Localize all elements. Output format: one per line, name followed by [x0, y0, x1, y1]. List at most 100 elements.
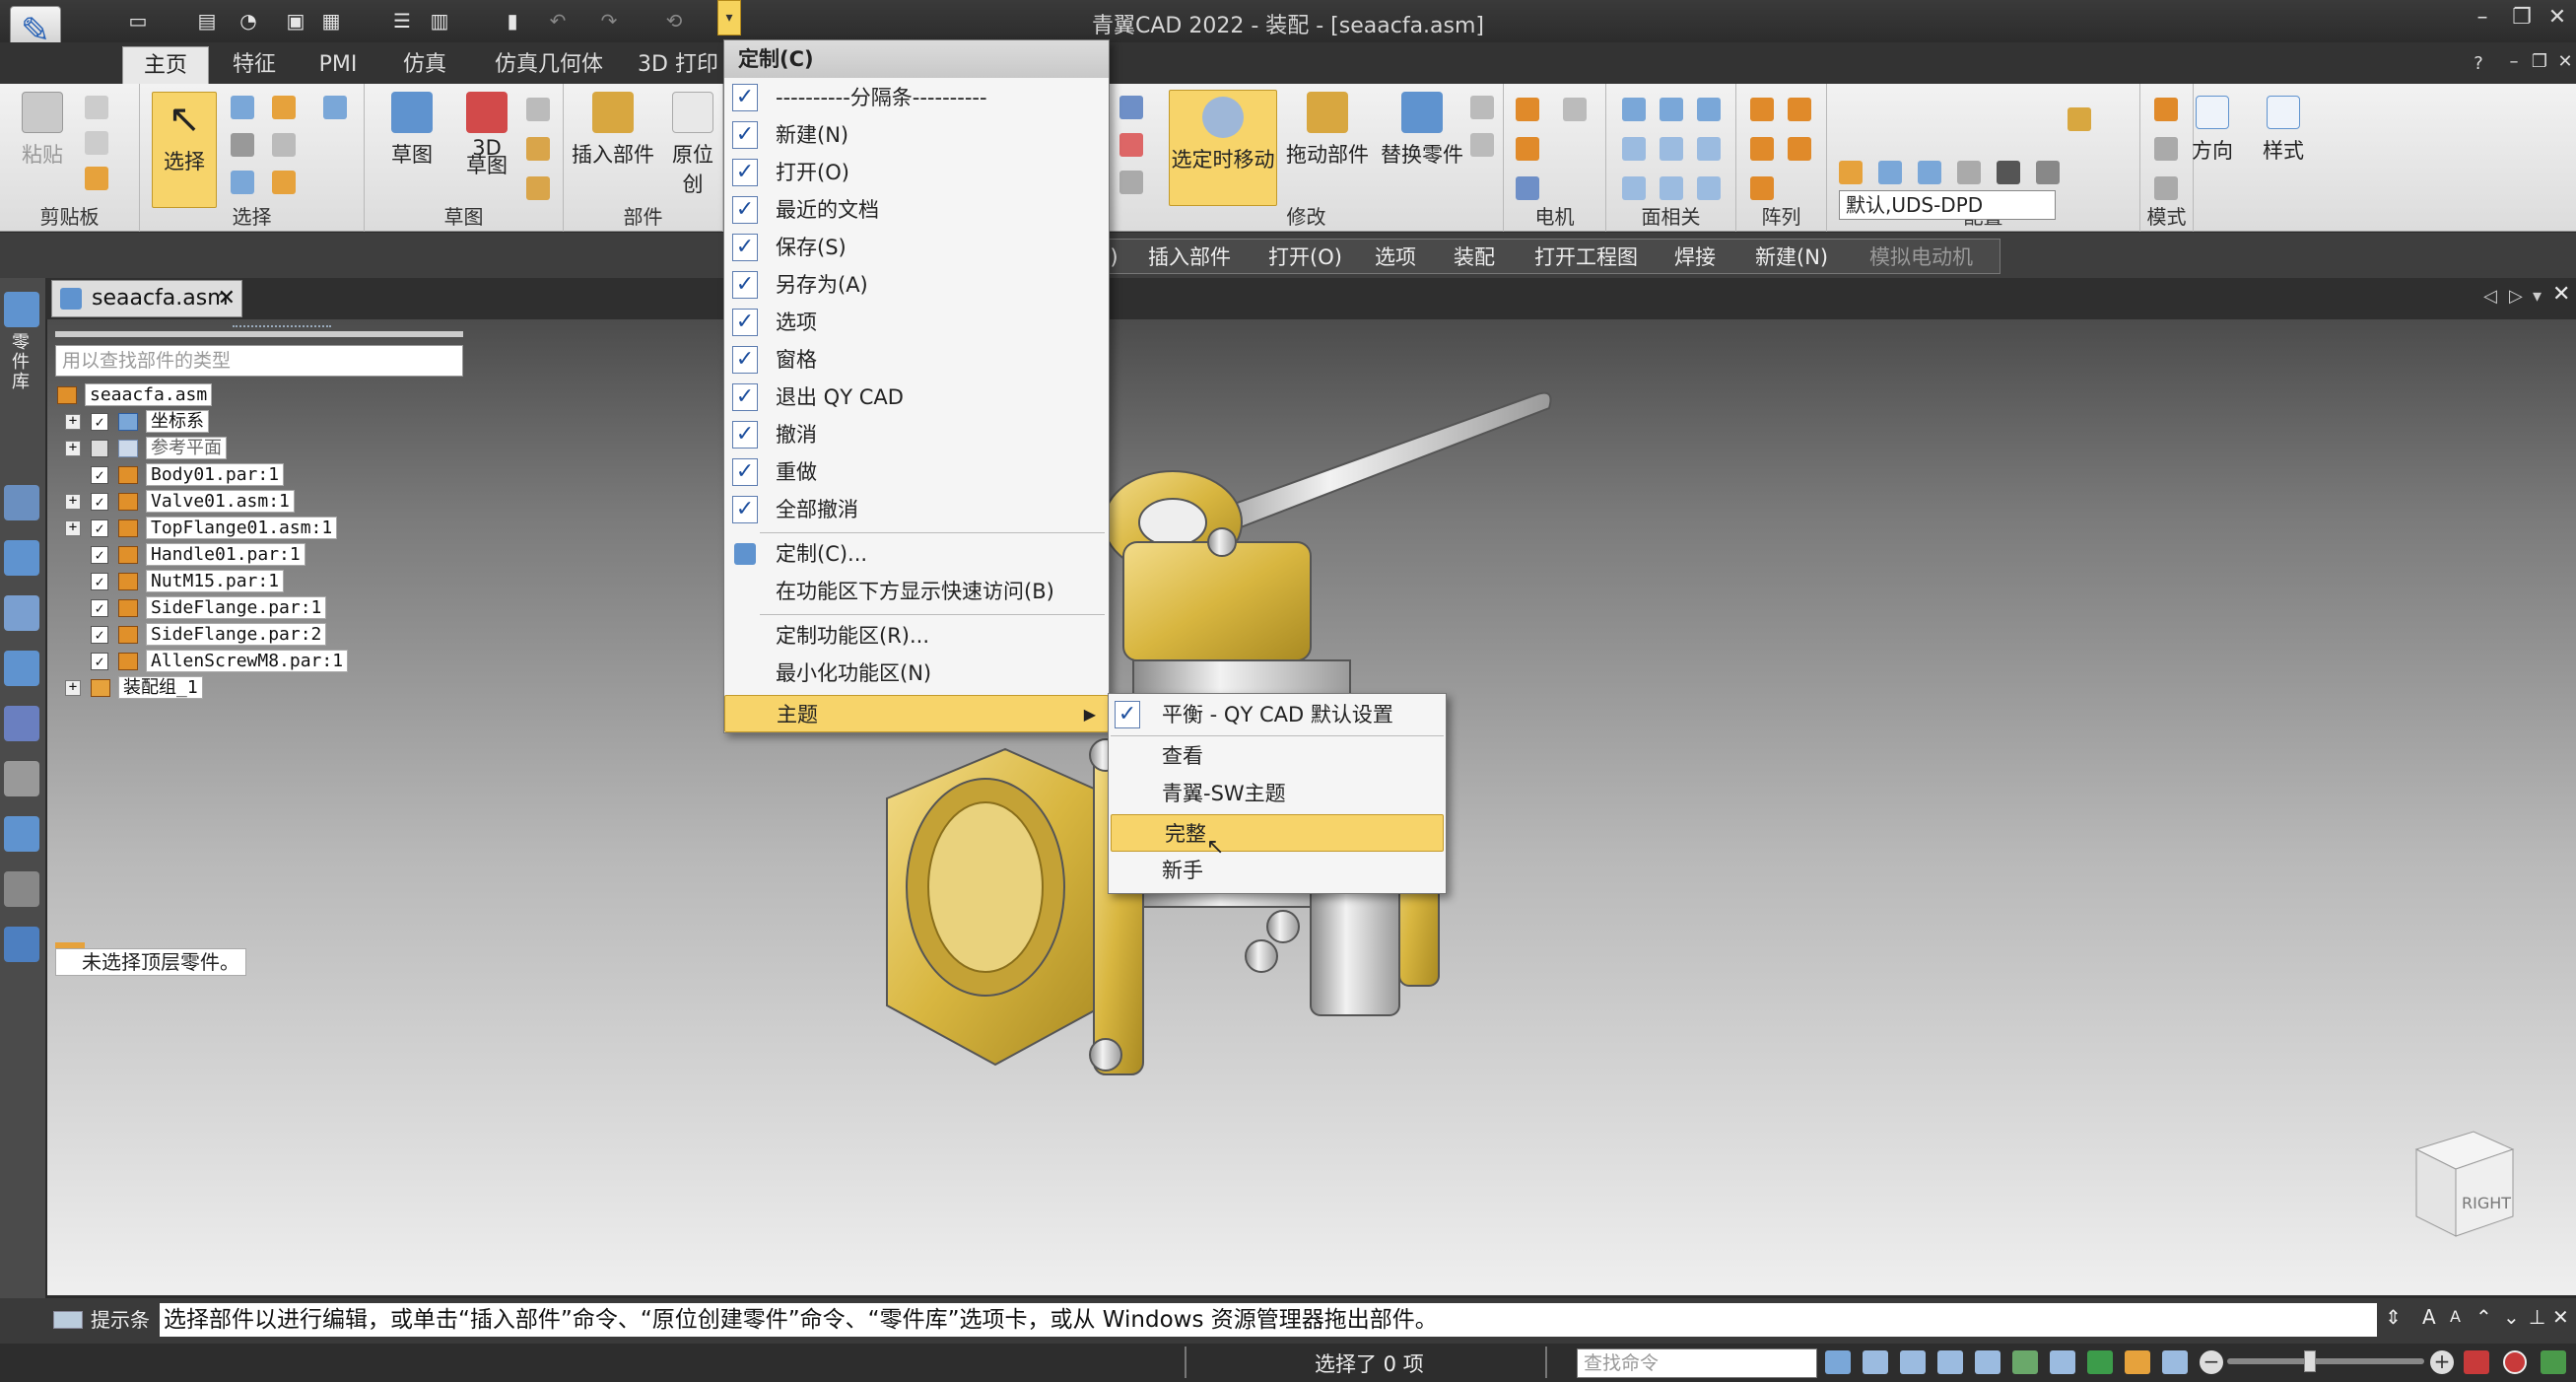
font-smaller-icon[interactable]: A — [2450, 1307, 2461, 1326]
select-button[interactable]: ↖ 选择 — [152, 92, 217, 208]
close-prompt-icon[interactable]: ✕ — [2552, 1305, 2569, 1329]
config-2-icon[interactable] — [1878, 161, 1902, 184]
tab-pmi[interactable]: PMI — [305, 46, 371, 84]
menu-item-new[interactable]: ✓ 新建(N) — [724, 116, 1109, 154]
move-when-selected-button[interactable]: 选定时移动 — [1169, 90, 1277, 206]
select-tool-icon[interactable] — [231, 96, 254, 119]
visibility-checkbox[interactable]: ✓ — [91, 493, 108, 511]
dots-icon[interactable] — [4, 871, 39, 907]
record-video-icon[interactable] — [2464, 1350, 2489, 1374]
copy-icon[interactable] — [85, 131, 108, 155]
menu-item-open[interactable]: ✓ 打开(O) — [724, 154, 1109, 191]
view-orient-icon[interactable] — [2050, 1350, 2075, 1374]
array-2-icon[interactable] — [1788, 98, 1811, 121]
tab-sim-geometry[interactable]: 仿真几何体 — [483, 46, 615, 84]
select-parts-icon[interactable] — [272, 96, 296, 119]
tree-item-sideflange-2[interactable]: ✓ SideFlange.par:2 — [91, 623, 327, 648]
face-tool-3-icon[interactable] — [1697, 98, 1721, 121]
menu-item-save-as[interactable]: ✓ 另存为(A) — [724, 266, 1109, 304]
theme-view[interactable]: 查看 — [1109, 737, 1446, 775]
close-doc-icon[interactable]: ✕ — [2552, 282, 2570, 307]
top-flange[interactable] — [1122, 541, 1312, 661]
tree-item-topflange01[interactable]: + ✓ TopFlange01.asm:1 — [65, 517, 338, 541]
modify-tool-2-icon[interactable] — [1119, 133, 1143, 157]
shaded-view-icon[interactable] — [2087, 1350, 2113, 1374]
menu-item-pane[interactable]: ✓ 窗格 — [724, 341, 1109, 379]
sensors-icon[interactable] — [4, 651, 39, 686]
theme-beginner[interactable]: 新手 — [1109, 852, 1446, 889]
visibility-checkbox[interactable]: ✓ — [91, 599, 108, 617]
mode-3-icon[interactable] — [2154, 176, 2178, 200]
doc-close-icon[interactable]: ✕ — [2550, 48, 2576, 78]
close-icon[interactable]: ✕ — [2542, 4, 2572, 34]
paste-button[interactable]: 粘贴 — [14, 92, 71, 169]
replace-part-button[interactable]: 替换零件 — [1376, 92, 1468, 169]
restore-icon[interactable]: ❐ — [2507, 4, 2537, 34]
expand-icon[interactable]: + — [65, 680, 81, 696]
config-3-icon[interactable] — [1918, 161, 1941, 184]
array-5-icon[interactable] — [1750, 176, 1774, 200]
face-tool-2-icon[interactable] — [1660, 98, 1683, 121]
scene-icon[interactable] — [4, 595, 39, 631]
tree-item-body01[interactable]: ✓ Body01.par:1 — [91, 463, 285, 488]
tree-item-assembly-group[interactable]: + 装配组_1 — [65, 676, 203, 701]
tree-item-nutm15[interactable]: ✓ NutM15.par:1 — [91, 570, 285, 594]
view-style-icon[interactable] — [2125, 1350, 2150, 1374]
pathfinder-search-input[interactable]: 用以查找部件的类型 — [55, 345, 463, 377]
tree-item-sideflange-1[interactable]: ✓ SideFlange.par:1 — [91, 596, 327, 621]
rotate-icon[interactable] — [2012, 1350, 2038, 1374]
config-4-icon[interactable] — [1957, 161, 1981, 184]
cut-icon[interactable] — [85, 96, 108, 119]
visibility-checkbox[interactable]: ✓ — [91, 573, 108, 590]
face-tool-5-icon[interactable] — [1660, 137, 1683, 161]
sketch-button[interactable]: 草图 — [380, 92, 443, 169]
motor-3-icon[interactable] — [1516, 137, 1539, 161]
tab-simulation[interactable]: 仿真 — [392, 46, 457, 84]
format-painter-icon[interactable] — [85, 167, 108, 190]
expand-icon[interactable]: + — [65, 441, 81, 456]
zoom-area-icon[interactable] — [1863, 1350, 1888, 1374]
sections-icon[interactable] — [2162, 1350, 2188, 1374]
insert-part-button[interactable]: 插入部件 — [568, 92, 658, 169]
zoom-slider-thumb[interactable] — [2304, 1350, 2316, 1372]
display-icon[interactable] — [4, 816, 39, 852]
config-6-icon[interactable] — [2036, 161, 2060, 184]
qa-options[interactable]: 选项 — [1375, 245, 1416, 269]
menu-item-redo[interactable]: ✓ 重做 — [724, 453, 1109, 491]
face-tool-1-icon[interactable] — [1622, 98, 1646, 121]
face-tool-8-icon[interactable] — [1660, 176, 1683, 200]
modify-tool-1-icon[interactable] — [1119, 96, 1143, 119]
visibility-checkbox[interactable]: ✓ — [91, 466, 108, 484]
qa-weld[interactable]: 焊接 — [1674, 245, 1716, 269]
fit-icon[interactable] — [1937, 1350, 1963, 1374]
help-icon[interactable]: ? — [2464, 50, 2493, 80]
zoom-out-icon[interactable]: − — [2200, 1350, 2223, 1374]
show-hide-icon[interactable] — [231, 171, 254, 194]
menu-item-theme[interactable]: 主题 ▶ — [724, 695, 1109, 732]
collapse-down-icon[interactable]: ⌄ — [2503, 1305, 2520, 1329]
pan-icon[interactable] — [1975, 1350, 2000, 1374]
tab-scroll-right-icon[interactable]: ▷ — [2509, 286, 2523, 307]
pin-icon[interactable]: ⊥ — [2529, 1305, 2545, 1329]
tree-item-allenscrew[interactable]: ✓ AllenScrewM8.par:1 — [91, 650, 349, 674]
menu-item-undo[interactable]: ✓ 撤消 — [724, 416, 1109, 453]
face-tool-4-icon[interactable] — [1622, 137, 1646, 161]
qa-open-drawing[interactable]: 打开工程图 — [1534, 245, 1638, 269]
theme-complete[interactable]: 完整 ↖ — [1111, 814, 1444, 860]
layers-icon[interactable] — [4, 485, 39, 520]
tab-home[interactable]: 主页 — [122, 46, 209, 84]
sketch-3d-button[interactable]: 3D 草图 — [455, 92, 518, 176]
menu-item-separator[interactable]: ✓ ----------分隔条---------- — [724, 79, 1109, 116]
visibility-checkbox[interactable]: ✓ — [91, 519, 108, 537]
tree-item-root[interactable]: seaacfa.asm — [57, 383, 213, 408]
zoom-in-icon[interactable]: + — [2430, 1350, 2454, 1374]
menu-item-customize[interactable]: 定制(C)... — [724, 535, 1109, 573]
select-list-icon[interactable] — [272, 133, 296, 157]
minimize-icon[interactable]: – — [2468, 4, 2497, 34]
inplace-create-button[interactable]: 原位创 — [662, 92, 723, 198]
qa-open[interactable]: 打开(O) — [1268, 245, 1342, 269]
zoom-select-icon[interactable] — [323, 96, 347, 119]
parts-library-tab[interactable]: 零件库 — [12, 333, 32, 392]
close-tab-icon[interactable]: ✕ — [218, 281, 236, 316]
view-cube[interactable]: RIGHT — [2405, 1120, 2521, 1248]
